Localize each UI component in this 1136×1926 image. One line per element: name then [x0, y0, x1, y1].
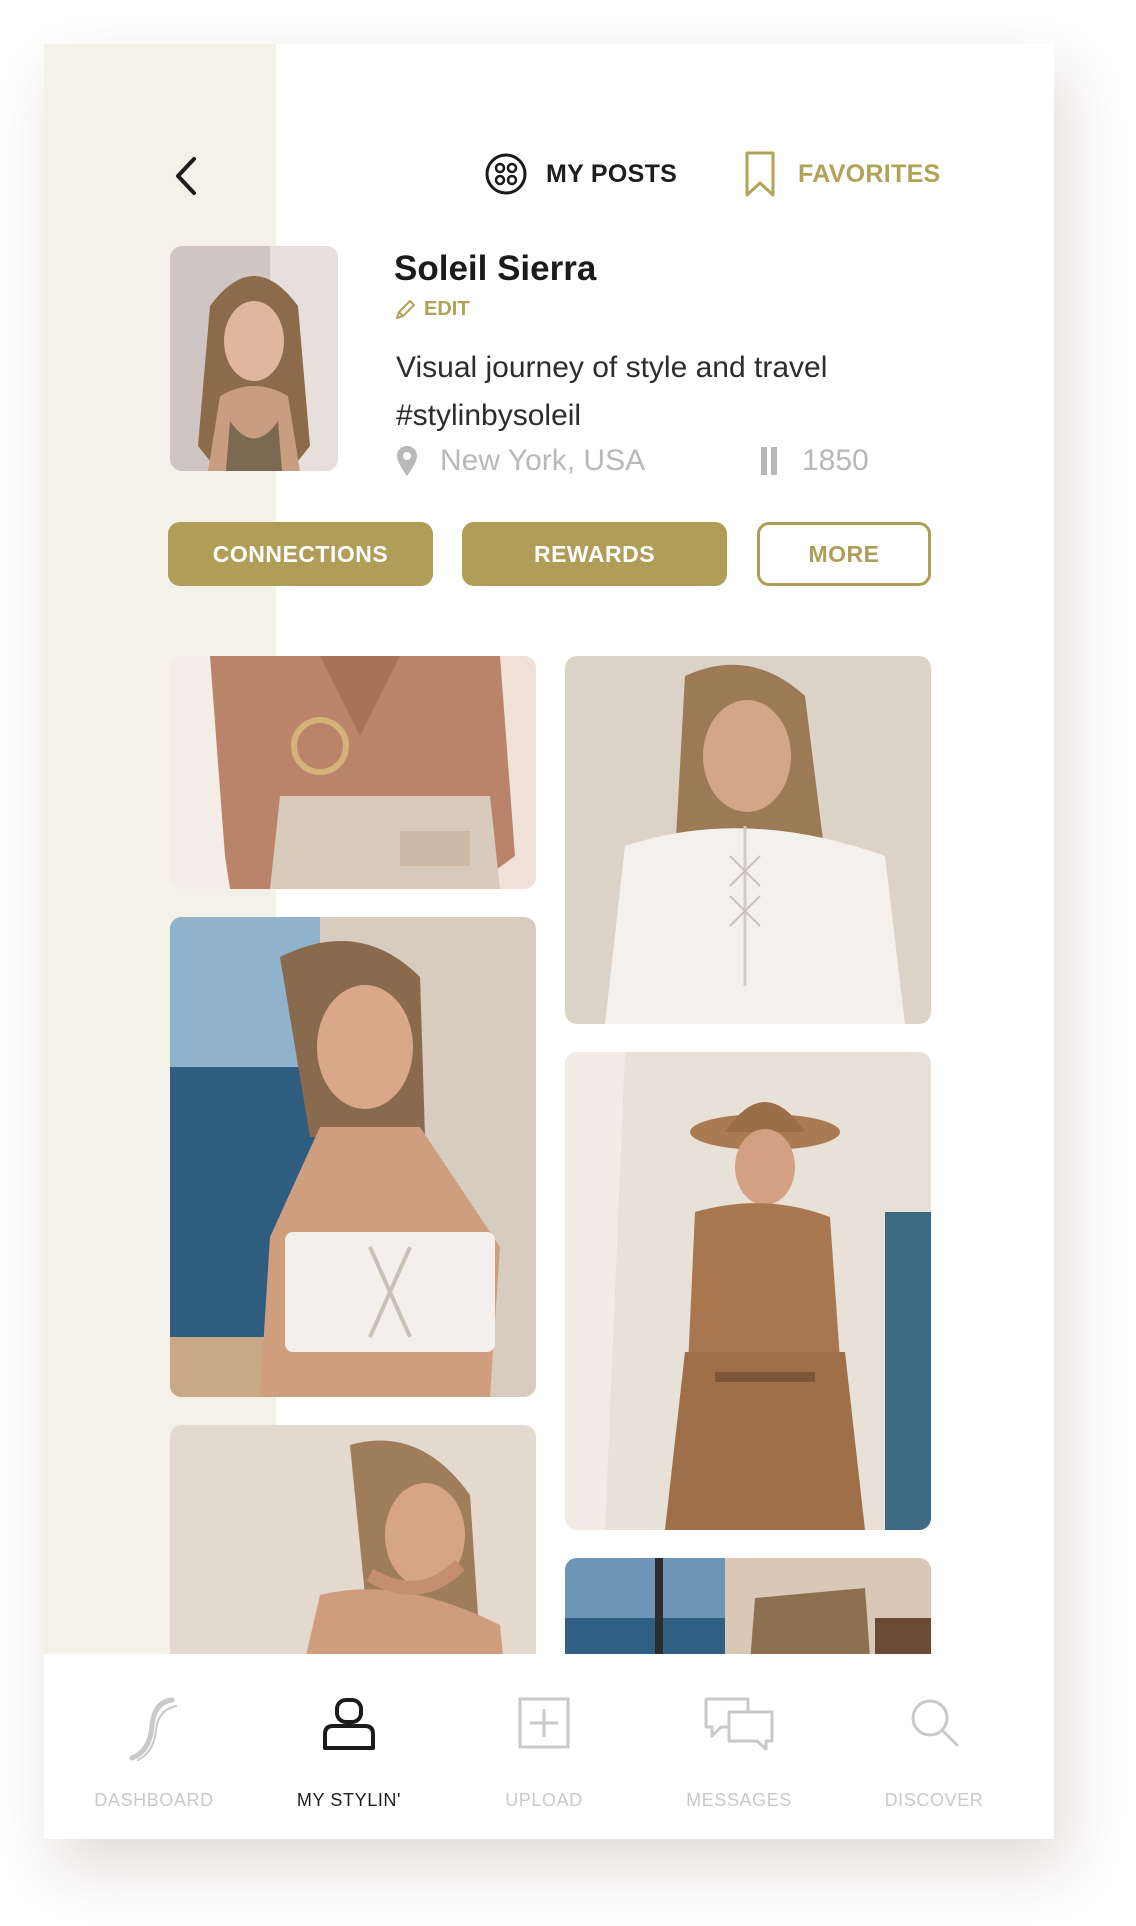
location-text: New York, USA	[440, 444, 646, 477]
edit-profile-button[interactable]: EDIT	[394, 298, 470, 321]
rewards-button[interactable]: REWARDS	[462, 522, 727, 586]
grid-circle-icon	[485, 153, 527, 195]
profile-count: 1850	[760, 444, 869, 478]
tab-favorites[interactable]: FAVORITES	[744, 147, 941, 201]
post-photo-1[interactable]	[170, 656, 536, 889]
avatar-photo	[170, 246, 338, 471]
bottom-nav: DASHBOARD MY STYLIN' UPLOAD MESSAGES DIS…	[44, 1654, 1054, 1839]
nav-messages-label: MESSAGES	[686, 1790, 792, 1810]
nav-dashboard[interactable]: DASHBOARD	[59, 1654, 249, 1839]
nav-my-stylin-label: MY STYLIN'	[296, 1790, 402, 1810]
post-photo-3[interactable]	[170, 917, 536, 1397]
plus-square-icon	[518, 1697, 570, 1749]
tab-favorites-label: FAVORITES	[798, 159, 941, 188]
nav-dashboard-label: DASHBOARD	[94, 1790, 214, 1810]
post-photo-4[interactable]	[565, 1052, 931, 1530]
chat-bubbles-icon	[704, 1697, 774, 1751]
pencil-icon	[396, 299, 415, 319]
nav-discover[interactable]: DISCOVER	[839, 1654, 1029, 1839]
avatar[interactable]	[170, 246, 338, 471]
nav-upload[interactable]: UPLOAD	[449, 1654, 639, 1839]
tab-my-posts-label: MY POSTS	[546, 159, 678, 188]
stylin-mark-icon	[761, 447, 777, 475]
search-icon	[911, 1699, 959, 1747]
nav-discover-label: DISCOVER	[884, 1790, 984, 1810]
location-pin-icon	[397, 446, 417, 476]
profile-bio: Visual journey of style and travel #styl…	[396, 351, 828, 432]
profile-name: Soleil Sierra	[394, 249, 597, 288]
phone-screen: MY POSTS FAVORITES Soleil Sierra EDIT Vi…	[44, 44, 1054, 1839]
count-text: 1850	[802, 444, 869, 477]
stylin-logo-icon	[129, 1697, 177, 1761]
profile-location: New York, USA	[396, 444, 645, 478]
nav-upload-label: UPLOAD	[505, 1790, 583, 1810]
post-photo-2[interactable]	[565, 656, 931, 1024]
back-button[interactable]	[164, 149, 208, 203]
nav-messages[interactable]: MESSAGES	[644, 1654, 834, 1839]
bookmark-icon	[745, 151, 775, 197]
more-button[interactable]: MORE	[757, 522, 931, 586]
edit-label: EDIT	[424, 298, 470, 320]
nav-my-stylin[interactable]: MY STYLIN'	[254, 1654, 444, 1839]
user-icon	[323, 1698, 375, 1750]
tab-my-posts[interactable]: MY POSTS	[484, 149, 677, 199]
connections-button[interactable]: CONNECTIONS	[168, 522, 433, 586]
chevron-left-icon	[176, 157, 196, 195]
